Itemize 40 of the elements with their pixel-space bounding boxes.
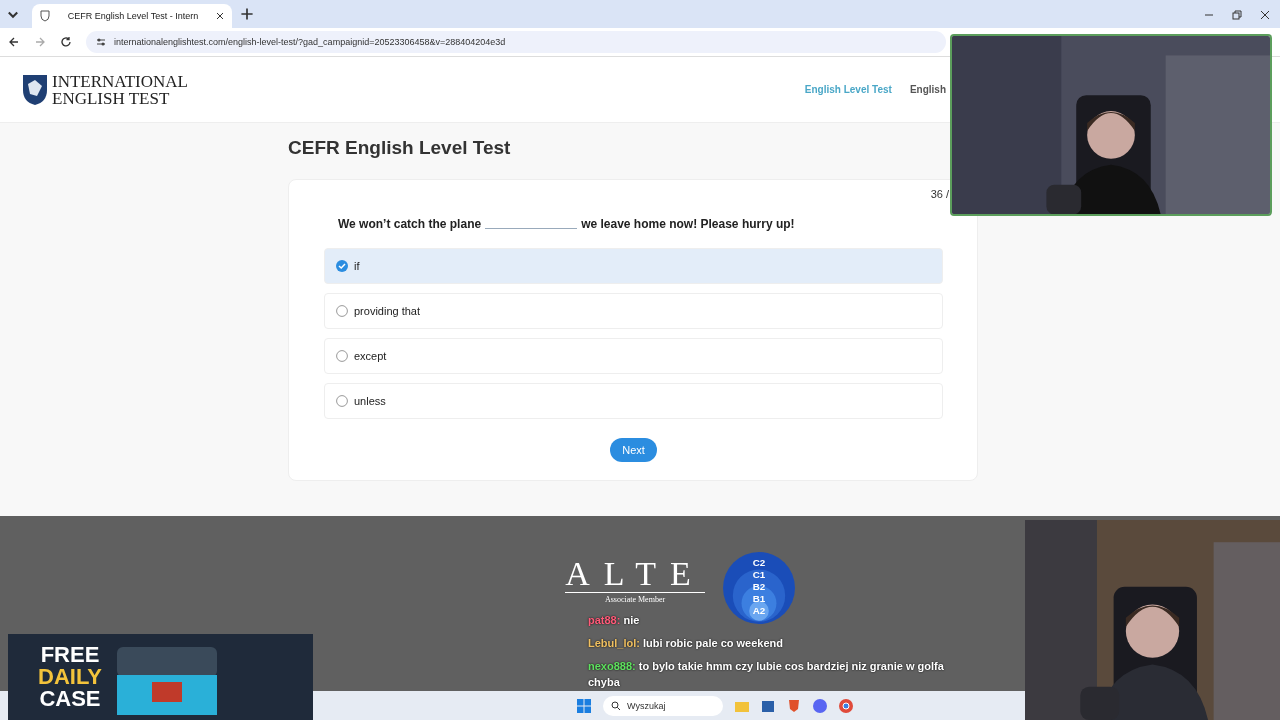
- checked-radio-icon: [336, 260, 348, 272]
- question-text: We won’t catch the plane: [338, 217, 482, 231]
- chat-message: nexo888: to bylo takie hmm czy lubie cos bardziej niz granie w golfa chyba: [588, 659, 945, 690]
- close-icon[interactable]: [1260, 10, 1270, 20]
- ad-text: FREE: [40, 644, 100, 666]
- chrome-icon[interactable]: [839, 699, 853, 713]
- restore-icon[interactable]: [1232, 10, 1242, 20]
- page-title: CEFR English Level Test: [288, 137, 512, 159]
- radio-icon: [336, 350, 348, 362]
- windows-start-icon[interactable]: [577, 699, 591, 713]
- chat-message: pat88: nie: [588, 613, 641, 628]
- next-button[interactable]: Next: [610, 438, 657, 462]
- radio-icon: [336, 395, 348, 407]
- close-icon[interactable]: [216, 12, 224, 20]
- cefr-levels-drawing: C2 C1 B2 B1 A2: [722, 552, 795, 624]
- alte-logo-text: ALTE: [565, 556, 705, 593]
- answer-option[interactable]: if: [324, 248, 943, 284]
- nav-link[interactable]: English: [909, 84, 946, 95]
- ad-text: CASE: [39, 688, 101, 710]
- logo-text[interactable]: INTERNATIONAL ENGLISH TEST: [52, 72, 188, 107]
- plus-icon[interactable]: [240, 7, 254, 21]
- crest-icon: [22, 73, 48, 106]
- ad-text: DAILY: [38, 666, 102, 688]
- ad-banner[interactable]: FREE DAILY CASE: [8, 634, 313, 720]
- search-icon: [611, 701, 621, 711]
- radio-icon: [336, 305, 348, 317]
- back-icon[interactable]: [8, 36, 20, 48]
- progress-counter: 36 /: [930, 188, 949, 200]
- logo-caption: Associate Member: [604, 595, 666, 604]
- search-field[interactable]: Wyszukaj: [603, 696, 723, 716]
- question-text: we leave home now! Please hurry up!: [581, 217, 795, 231]
- address-bar[interactable]: internationalenglishtest.com/english-level-test/?gad_campaignid=20523306458&v=288404204e3d: [86, 31, 946, 53]
- reload-icon[interactable]: [60, 36, 72, 48]
- chat-message: Lebul_lol: lubi robic pale co weekend: [588, 636, 784, 651]
- sliders-icon[interactable]: [96, 37, 106, 47]
- answer-option[interactable]: except: [324, 338, 943, 374]
- answer-option[interactable]: unless: [324, 383, 943, 419]
- browser-tab[interactable]: CEFR English Level Test - Intern: [32, 4, 232, 28]
- shield-icon: [40, 10, 50, 22]
- answer-option[interactable]: providing that: [324, 293, 943, 329]
